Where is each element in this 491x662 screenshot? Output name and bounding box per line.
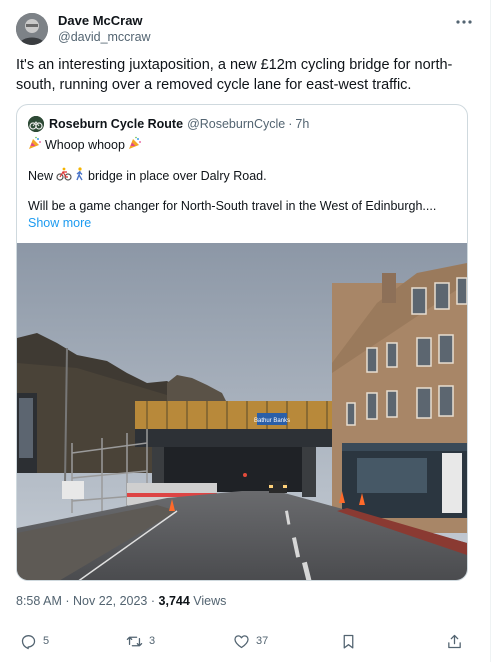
tweet-metadata: 8:58 AM · Nov 22, 2023 · 3,744 Views (16, 594, 226, 608)
bookmark-button[interactable] (340, 630, 357, 652)
repost-button[interactable]: 3 (126, 630, 155, 652)
reply-icon (21, 634, 36, 649)
share-button[interactable] (446, 630, 463, 652)
quoted-photo[interactable]: Bathur Banks (17, 243, 467, 580)
quoted-separator: · (288, 117, 293, 131)
like-icon (234, 634, 249, 648)
views-label: Views (193, 594, 227, 608)
quoted-line-3: Will be a game changer for North-South t… (28, 199, 437, 213)
show-more-link[interactable]: Show more (28, 216, 91, 230)
quoted-timestamp[interactable]: 7h (295, 117, 309, 131)
like-count: 37 (256, 635, 269, 647)
bookmark-icon (343, 634, 354, 649)
quoted-text-bridge: bridge in place over Dalry Road. (88, 169, 267, 183)
like-button[interactable]: 37 (233, 630, 268, 652)
meta-separator: · (65, 594, 70, 608)
repost-icon (126, 636, 143, 646)
quoted-header: Roseburn Cycle Route @RoseburnCycle · 7h (28, 115, 309, 133)
party-emoji-icon (28, 136, 42, 154)
tweet-date[interactable]: Nov 22, 2023 (73, 594, 147, 608)
quoted-line-1: Whoop whoop (28, 136, 145, 154)
quoted-text-new: New (28, 169, 54, 183)
walker-emoji-icon (75, 167, 85, 185)
quoted-line-2: New bridge in place over Dalry Road. (28, 167, 267, 185)
share-icon (448, 634, 461, 648)
tweet-detail: Dave McCraw @david_mccraw It's an intere… (0, 0, 491, 662)
tweet-time[interactable]: 8:58 AM (16, 594, 62, 608)
author-avatar[interactable] (16, 13, 48, 45)
party-emoji-icon (128, 136, 142, 154)
quoted-avatar[interactable] (28, 116, 44, 132)
tweet-header: Dave McCraw @david_mccraw (16, 12, 474, 46)
meta-separator: · (150, 594, 156, 608)
bicycle-emoji-icon (56, 167, 72, 185)
views-count: 3,744 (158, 594, 190, 608)
quoted-text-whoop: Whoop whoop (45, 138, 125, 152)
more-options-button[interactable] (454, 12, 474, 32)
author-handle[interactable]: @david_mccraw (58, 29, 151, 45)
reply-button[interactable]: 5 (20, 630, 49, 652)
quoted-author-name[interactable]: Roseburn Cycle Route (49, 117, 183, 131)
quoted-author-handle[interactable]: @RoseburnCycle (187, 117, 285, 131)
more-icon (456, 20, 472, 24)
author-block[interactable]: Dave McCraw @david_mccraw (58, 13, 151, 45)
author-display-name[interactable]: Dave McCraw (58, 13, 151, 29)
action-bar: 5 3 37 (16, 630, 471, 652)
repost-count: 3 (149, 635, 156, 647)
photo-sign-text: Bathur Banks (254, 418, 290, 424)
quoted-tweet[interactable]: Roseburn Cycle Route @RoseburnCycle · 7h… (16, 104, 468, 581)
reply-count: 5 (43, 635, 50, 647)
tweet-text: It's an interesting juxtaposition, a new… (16, 57, 453, 93)
